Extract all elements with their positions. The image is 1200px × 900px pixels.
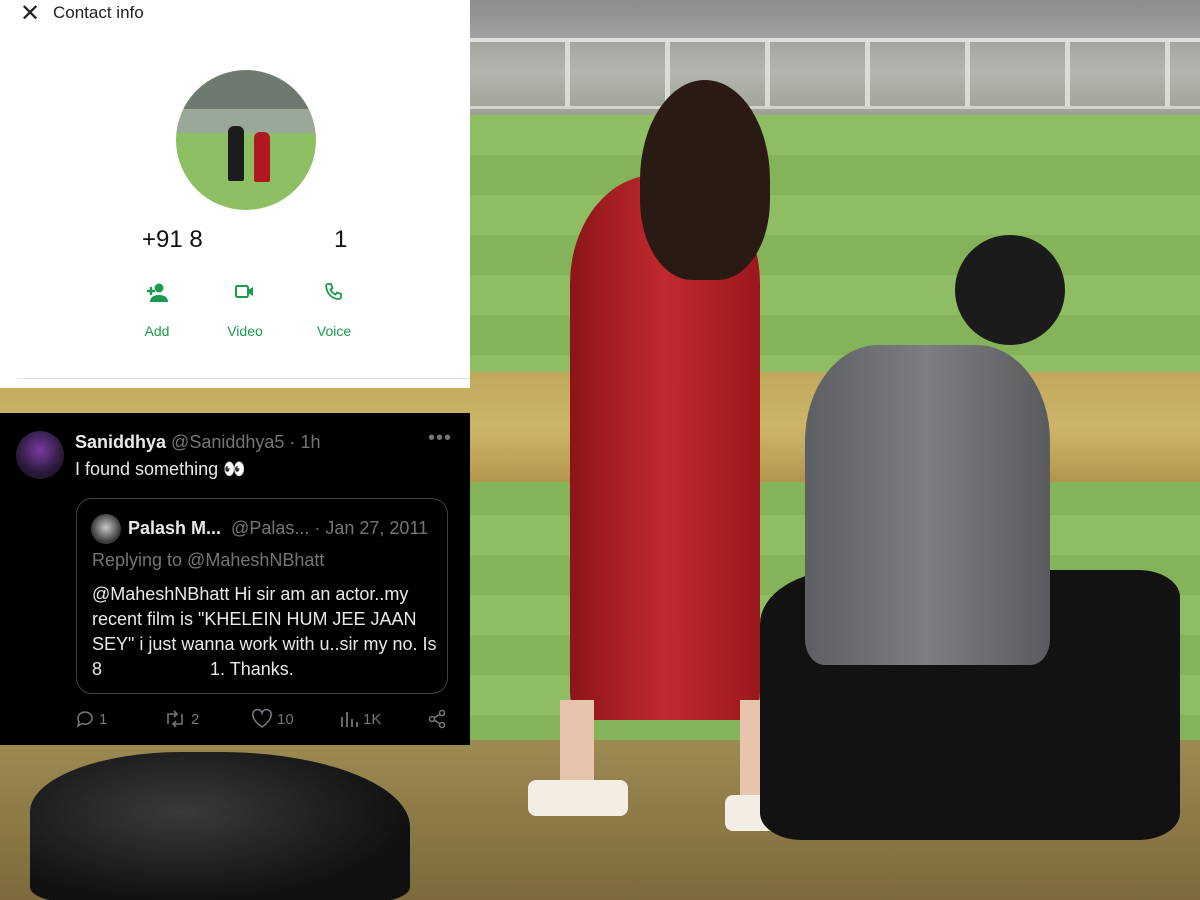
video-camera-icon: [205, 282, 285, 306]
view-count: 1K: [363, 710, 382, 728]
repost-count: 2: [191, 710, 200, 728]
replying-to-label: Replying to @MaheshNBhatt: [92, 550, 325, 570]
tweet-separator: ·: [289, 432, 296, 452]
reply-count: 1: [99, 710, 108, 728]
share-icon: [428, 709, 446, 729]
avatar-figure-man: [228, 126, 244, 181]
close-icon[interactable]: ✕: [20, 2, 40, 26]
tweet-author-handle[interactable]: @Saniddhya5: [171, 432, 284, 452]
contact-avatar[interactable]: [176, 70, 316, 210]
add-label: Add: [144, 323, 170, 339]
voice-label: Voice: [316, 323, 352, 339]
quoted-body-end: 1. Thanks.: [210, 659, 294, 679]
quoted-avatar[interactable]: [91, 514, 121, 544]
reply-button[interactable]: 1: [75, 709, 107, 729]
repost-icon: [167, 710, 183, 728]
quoted-tweet[interactable]: Palash M... @Palas... · Jan 27, 2011 Repl…: [76, 498, 448, 694]
quoted-header: Palash M... @Palas... · Jan 27, 2011: [128, 518, 428, 539]
avatar[interactable]: [16, 431, 64, 479]
add-contact-button[interactable]: Add: [117, 282, 197, 339]
phone-number-start: +91 8: [142, 226, 203, 253]
voice-call-button[interactable]: Voice: [294, 282, 374, 339]
panel-title: Contact info: [53, 3, 144, 22]
woman-hair: [640, 80, 770, 280]
views-chart-icon: [341, 712, 358, 727]
phone-icon: [294, 282, 374, 306]
tweet-timestamp[interactable]: 1h: [300, 432, 320, 452]
quoted-body: @MaheshNBhatt Hi sir am an actor..my rec…: [92, 582, 442, 682]
quoted-date: · Jan 27, 2011: [314, 518, 429, 538]
woman-shoe: [528, 780, 628, 816]
tweet-text: I found something 👀: [75, 459, 246, 479]
stadium-railing: [470, 38, 1200, 109]
tweet-header: Saniddhya @Saniddhya5 · 1h: [75, 432, 320, 453]
more-options-icon[interactable]: •••: [428, 427, 452, 450]
kneeling-man-jacket: [805, 345, 1050, 665]
like-count: 10: [277, 710, 294, 728]
add-person-icon: [117, 282, 197, 306]
tweet-card: Saniddhya @Saniddhya5 · 1h ••• I found s…: [0, 413, 470, 745]
contact-info-panel: ✕ Contact info +91 8 1 Add Video Voice: [0, 0, 470, 388]
tweet-actions: 1 2 10 1K: [75, 709, 455, 733]
like-button[interactable]: 10: [251, 709, 294, 729]
video-label: Video: [227, 323, 263, 339]
heart-icon: [252, 709, 272, 728]
kneeling-man-head: [955, 235, 1065, 345]
bouquet-bag: [30, 752, 410, 900]
quoted-author-name[interactable]: Palash M...: [128, 518, 221, 538]
reply-icon: [76, 711, 93, 728]
panel-divider: [18, 378, 470, 379]
share-button[interactable]: [427, 709, 451, 729]
phone-number-end: 1: [334, 226, 348, 253]
repost-button[interactable]: 2: [163, 709, 199, 729]
video-call-button[interactable]: Video: [205, 282, 285, 339]
quoted-author-handle[interactable]: @Palas...: [231, 518, 309, 538]
views-button[interactable]: 1K: [339, 709, 381, 729]
avatar-figure-woman: [254, 132, 270, 182]
tweet-author-name[interactable]: Saniddhya: [75, 432, 166, 452]
